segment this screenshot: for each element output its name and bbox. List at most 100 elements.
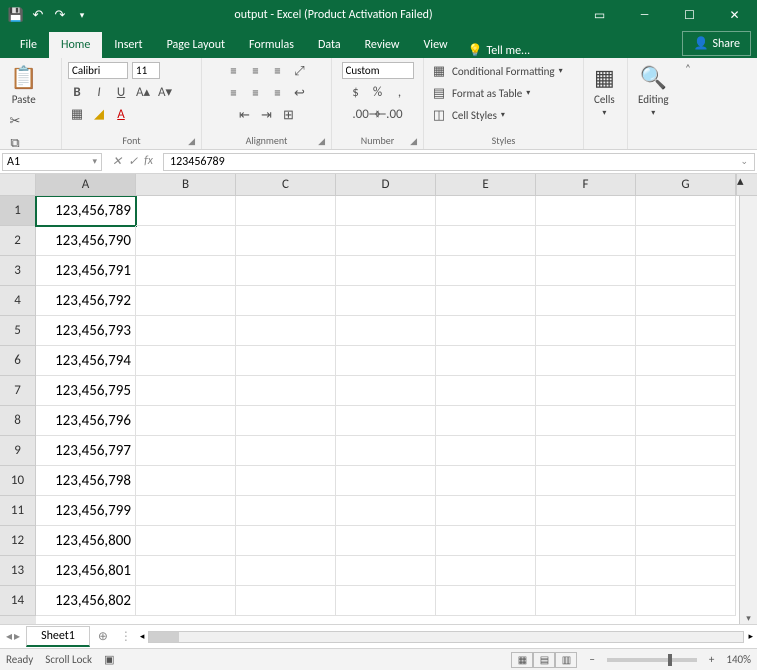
percent-icon[interactable]: %	[369, 83, 387, 101]
cell-B6[interactable]	[136, 346, 236, 376]
cell-F3[interactable]	[536, 256, 636, 286]
align-top-icon[interactable]: ≡	[225, 62, 243, 80]
borders-icon[interactable]: ▦	[68, 105, 86, 123]
cell-D9[interactable]	[336, 436, 436, 466]
cell-C5[interactable]	[236, 316, 336, 346]
cell-A1[interactable]: 123,456,789	[36, 196, 136, 226]
cell-E14[interactable]	[436, 586, 536, 616]
cells-button[interactable]: ▦Cells▾	[590, 62, 619, 120]
add-sheet-button[interactable]: ⊕	[90, 629, 116, 644]
fx-icon[interactable]: fx	[144, 154, 153, 169]
font-name-input[interactable]	[68, 62, 128, 79]
conditional-formatting-button[interactable]: ▦Conditional Formatting▾	[430, 62, 563, 80]
cell-A11[interactable]: 123,456,799	[36, 496, 136, 526]
cell-C4[interactable]	[236, 286, 336, 316]
cell-G2[interactable]	[636, 226, 736, 256]
cell-G7[interactable]	[636, 376, 736, 406]
cell-C6[interactable]	[236, 346, 336, 376]
tab-home[interactable]: Home	[49, 32, 102, 58]
cell-A5[interactable]: 123,456,793	[36, 316, 136, 346]
cell-F4[interactable]	[536, 286, 636, 316]
font-size-input[interactable]	[132, 62, 160, 79]
cell-E11[interactable]	[436, 496, 536, 526]
cell-F2[interactable]	[536, 226, 636, 256]
column-header-F[interactable]: F	[536, 174, 636, 195]
macro-record-icon[interactable]: ▣	[104, 653, 114, 666]
collapse-ribbon-icon[interactable]: ˄	[680, 58, 696, 149]
cell-A8[interactable]: 123,456,796	[36, 406, 136, 436]
cell-D10[interactable]	[336, 466, 436, 496]
cell-C13[interactable]	[236, 556, 336, 586]
cell-A12[interactable]: 123,456,800	[36, 526, 136, 556]
italic-button[interactable]: I	[90, 83, 108, 101]
cell-D13[interactable]	[336, 556, 436, 586]
align-middle-icon[interactable]: ≡	[247, 62, 265, 80]
align-center-icon[interactable]: ≡	[247, 84, 265, 102]
row-header-7[interactable]: 7	[0, 376, 36, 406]
cell-A10[interactable]: 123,456,798	[36, 466, 136, 496]
cell-E3[interactable]	[436, 256, 536, 286]
cell-G14[interactable]	[636, 586, 736, 616]
cell-A2[interactable]: 123,456,790	[36, 226, 136, 256]
zoom-level[interactable]: 140%	[726, 653, 751, 666]
cell-B4[interactable]	[136, 286, 236, 316]
increase-indent-icon[interactable]: ⇥	[258, 106, 276, 124]
cell-B3[interactable]	[136, 256, 236, 286]
font-dialog-icon[interactable]: ◢	[188, 136, 195, 147]
cell-F11[interactable]	[536, 496, 636, 526]
cell-B5[interactable]	[136, 316, 236, 346]
select-all-corner[interactable]	[0, 174, 36, 195]
name-box-dropdown-icon[interactable]: ▾	[92, 156, 97, 167]
cell-D3[interactable]	[336, 256, 436, 286]
cell-D4[interactable]	[336, 286, 436, 316]
cell-E1[interactable]	[436, 196, 536, 226]
cell-F7[interactable]	[536, 376, 636, 406]
column-header-A[interactable]: A	[36, 174, 136, 195]
cell-A6[interactable]: 123,456,794	[36, 346, 136, 376]
row-header-13[interactable]: 13	[0, 556, 36, 586]
tab-review[interactable]: Review	[353, 32, 412, 58]
comma-icon[interactable]: ,	[391, 83, 409, 101]
cell-E7[interactable]	[436, 376, 536, 406]
formula-bar[interactable]: 123456789 ⌄	[163, 153, 755, 171]
expand-formula-bar-icon[interactable]: ⌄	[740, 156, 748, 167]
font-color-icon[interactable]: A	[112, 105, 130, 123]
zoom-in-button[interactable]: +	[709, 653, 714, 666]
cell-A14[interactable]: 123,456,802	[36, 586, 136, 616]
cell-D12[interactable]	[336, 526, 436, 556]
cell-C11[interactable]	[236, 496, 336, 526]
column-header-G[interactable]: G	[636, 174, 736, 195]
alignment-dialog-icon[interactable]: ◢	[318, 136, 325, 147]
tab-view[interactable]: View	[412, 32, 460, 58]
row-header-14[interactable]: 14	[0, 586, 36, 616]
cell-F6[interactable]	[536, 346, 636, 376]
undo-icon[interactable]: ↶	[30, 7, 46, 23]
tell-me[interactable]: 💡 Tell me...	[460, 43, 539, 58]
column-header-D[interactable]: D	[336, 174, 436, 195]
cell-C9[interactable]	[236, 436, 336, 466]
increase-font-icon[interactable]: A▴	[134, 83, 152, 101]
cell-G1[interactable]	[636, 196, 736, 226]
cell-C12[interactable]	[236, 526, 336, 556]
cell-A7[interactable]: 123,456,795	[36, 376, 136, 406]
hscroll-left-icon[interactable]: ◂	[140, 631, 145, 642]
row-header-4[interactable]: 4	[0, 286, 36, 316]
merge-icon[interactable]: ⊞	[280, 106, 298, 124]
cell-B10[interactable]	[136, 466, 236, 496]
cell-D5[interactable]	[336, 316, 436, 346]
decrease-font-icon[interactable]: A▾	[156, 83, 174, 101]
increase-decimal-icon[interactable]: .00→	[358, 105, 376, 123]
tab-file[interactable]: File	[8, 32, 49, 58]
cut-icon[interactable]: ✂	[6, 112, 24, 130]
cell-F1[interactable]	[536, 196, 636, 226]
cell-E13[interactable]	[436, 556, 536, 586]
align-right-icon[interactable]: ≡	[269, 84, 287, 102]
cell-E10[interactable]	[436, 466, 536, 496]
cell-E8[interactable]	[436, 406, 536, 436]
cell-G3[interactable]	[636, 256, 736, 286]
cell-A9[interactable]: 123,456,797	[36, 436, 136, 466]
cell-F14[interactable]	[536, 586, 636, 616]
cell-G13[interactable]	[636, 556, 736, 586]
cell-F9[interactable]	[536, 436, 636, 466]
cell-E2[interactable]	[436, 226, 536, 256]
